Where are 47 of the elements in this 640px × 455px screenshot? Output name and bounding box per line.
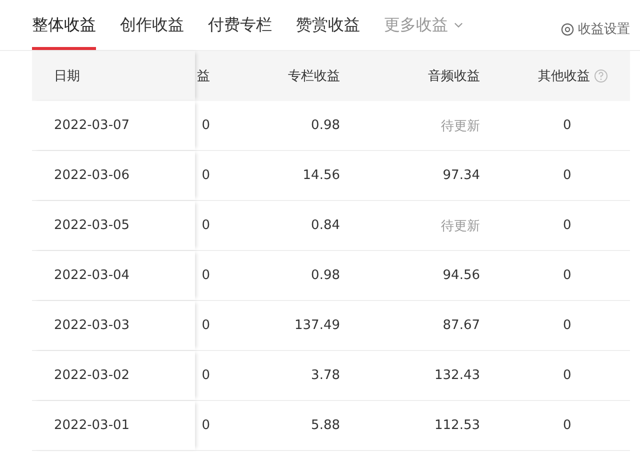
table-cell: 0 (202, 318, 210, 333)
table-cell: 0.84 (311, 218, 340, 233)
column-header: 益 (197, 68, 210, 85)
table-cell-text: 待更新 (441, 118, 480, 134)
table-cell: 0 (563, 418, 572, 433)
column-header: 音频收益 (428, 68, 480, 85)
table-cell: 97.34 (442, 168, 480, 183)
table-cell: 14.56 (302, 168, 340, 183)
settings-link[interactable]: 收益设置 (561, 0, 630, 50)
table-cell: 0 (563, 118, 572, 133)
settings-icon (561, 22, 574, 36)
table-cell: 87.67 (442, 318, 480, 333)
column-header: 其他收益 (538, 68, 590, 85)
table-cell: 2022-03-05 (54, 218, 130, 233)
table-cell: 2022-03-07 (54, 118, 130, 133)
table-cell: 112.53 (434, 418, 480, 433)
table-cell: 2022-03-06 (54, 168, 130, 183)
table-cell: 0 (202, 418, 210, 433)
table-cell: 0 (202, 168, 210, 183)
tab[interactable]: 创作收益 (120, 0, 184, 50)
table-cell: 94.56 (442, 268, 480, 283)
help-icon[interactable] (594, 69, 608, 83)
table-cell: 0 (563, 168, 572, 183)
table-cell: 0 (202, 218, 210, 233)
column-header: 日期 (54, 68, 80, 85)
tab[interactable]: 赞赏收益 (296, 0, 360, 50)
table-cell: 137.49 (294, 318, 340, 333)
table-cell: 132.43 (434, 368, 480, 383)
table-cell: 5.88 (311, 418, 340, 433)
table-cell-text: 待更新 (441, 218, 480, 234)
table-cell: 0 (563, 318, 572, 333)
table-cell: 0 (563, 368, 572, 383)
chevron-down-icon (454, 22, 463, 28)
table-cell: 0 (202, 118, 210, 133)
table-cell: 2022-03-03 (54, 318, 130, 333)
table-cell: 0.98 (311, 268, 340, 283)
table-cell: 0 (202, 368, 210, 383)
column-header: 专栏收益 (288, 68, 340, 85)
table-cell: 0 (202, 268, 210, 283)
table-cell: 2022-03-01 (54, 418, 130, 433)
table-cell: 0 (563, 218, 572, 233)
table-cell: 0.98 (311, 118, 340, 133)
table-cell: 3.78 (311, 368, 340, 383)
table-cell: 2022-03-04 (54, 268, 130, 283)
table-cell: 2022-03-02 (54, 368, 130, 383)
table-cell: 0 (563, 268, 572, 283)
tab[interactable]: 付费专栏 (208, 0, 272, 50)
